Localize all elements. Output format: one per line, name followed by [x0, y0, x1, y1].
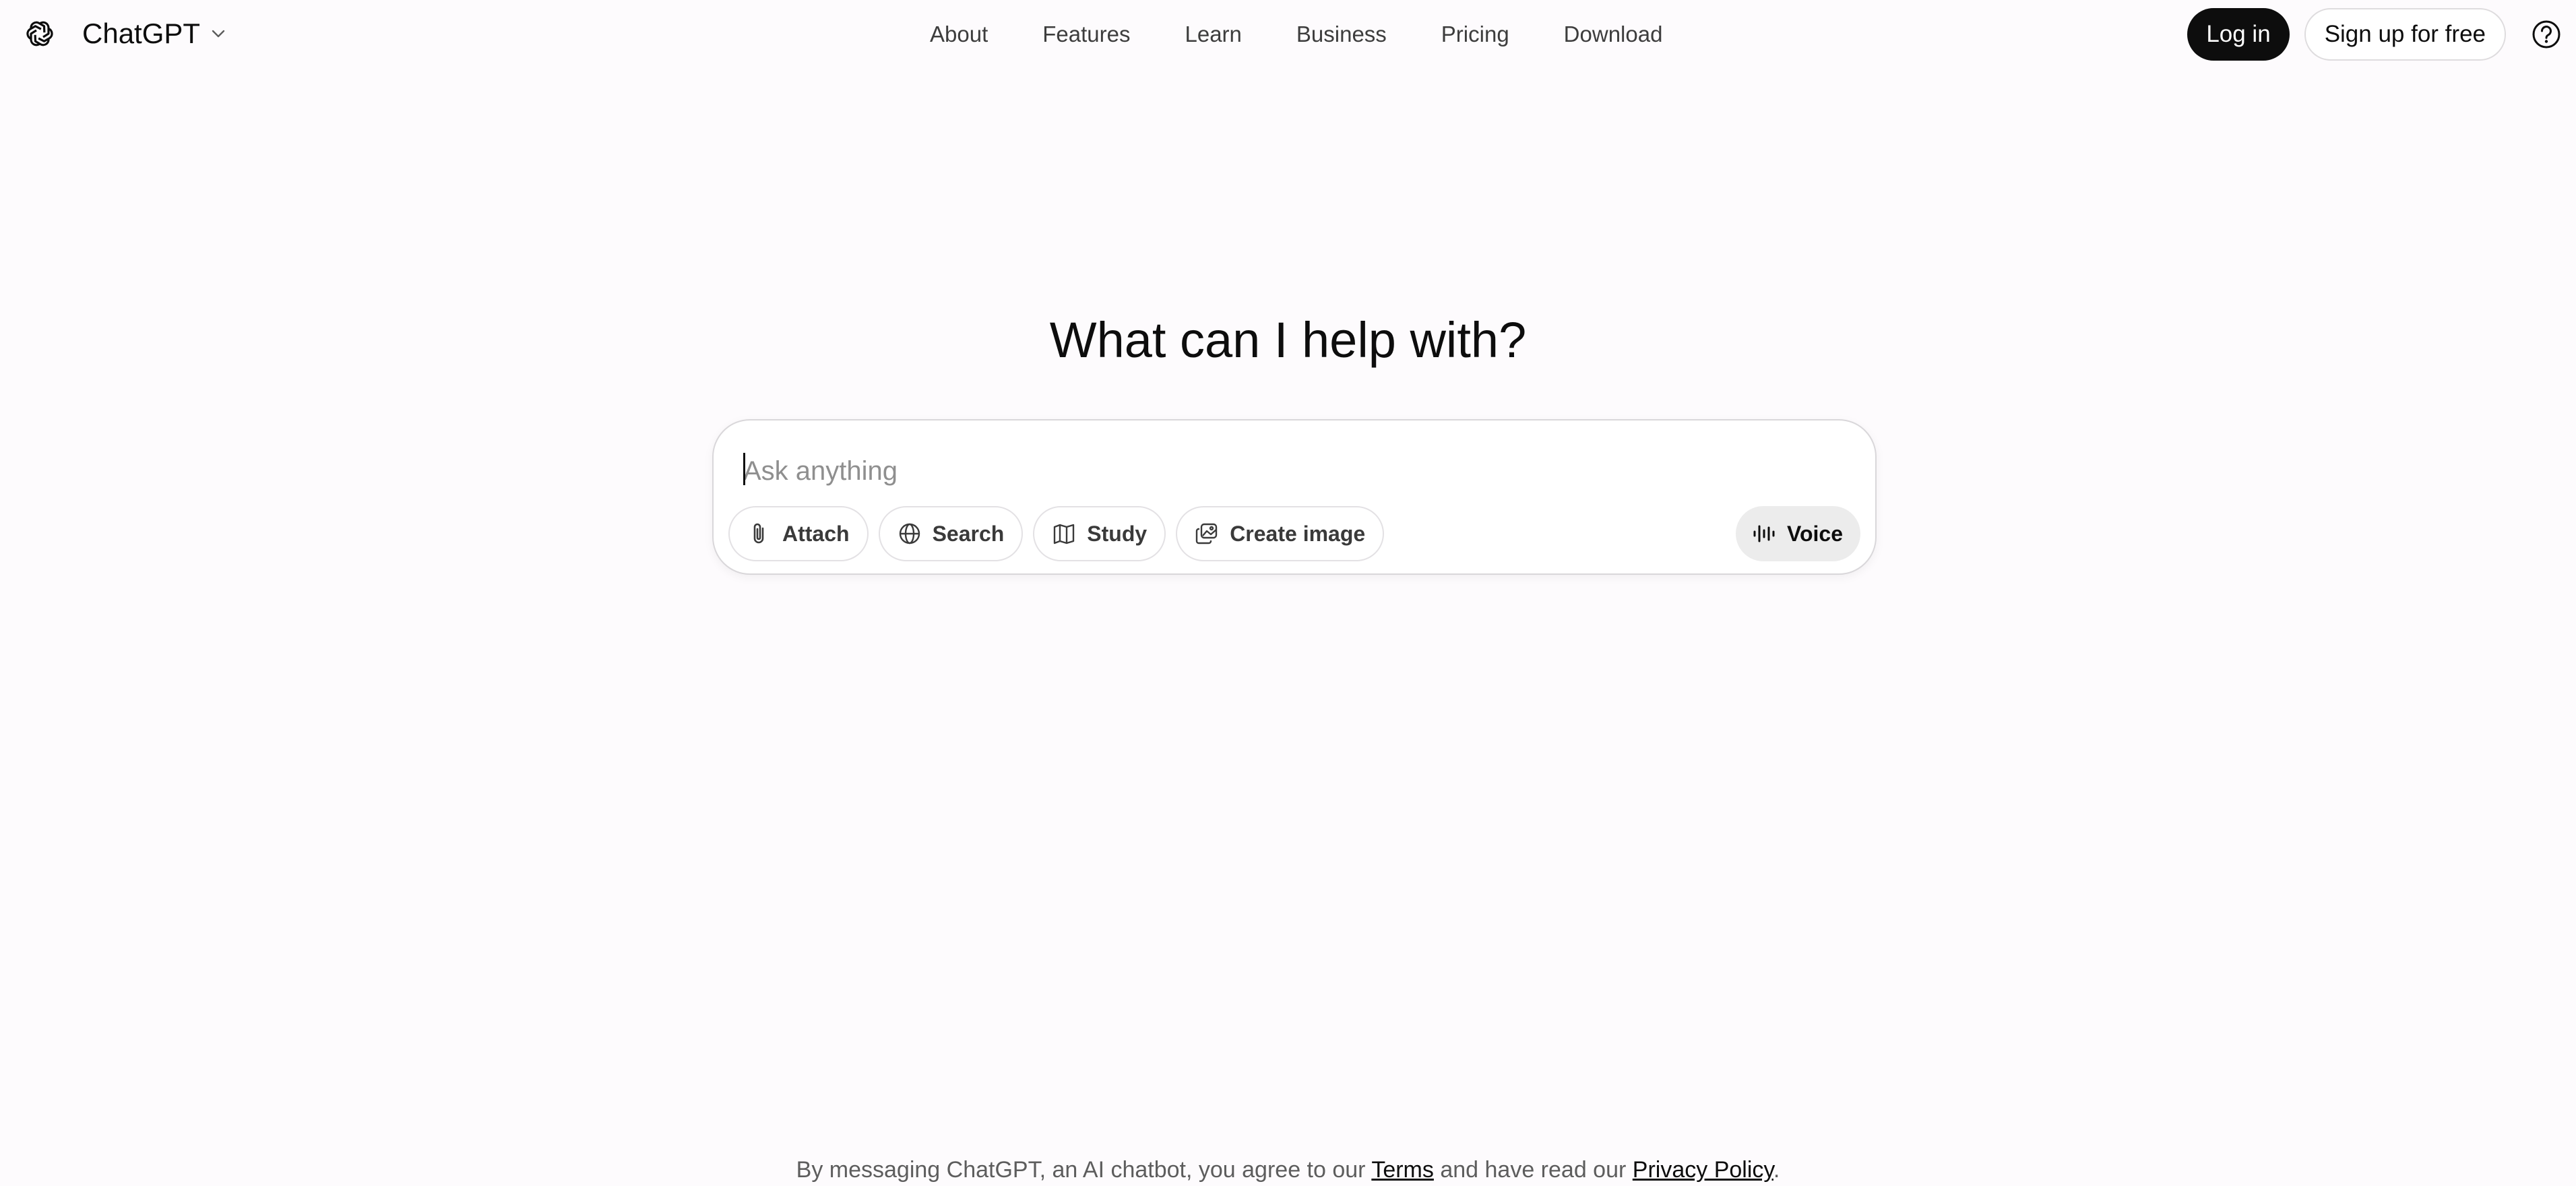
brand-name: ChatGPT [82, 18, 201, 49]
waveform-icon [1753, 525, 1775, 542]
search-label: Search [932, 521, 1005, 546]
globe-icon [899, 523, 920, 544]
book-icon [1054, 524, 1075, 544]
main-nav: About Features Learn Business Pricing Do… [930, 18, 1662, 51]
signup-button[interactable]: Sign up for free [2304, 8, 2506, 61]
legal-text-middle: and have read our [1433, 1157, 1633, 1183]
search-button[interactable]: Search [878, 506, 1024, 561]
page-title: What can I help with? [1049, 312, 1527, 368]
legal-text-end: . [1773, 1157, 1780, 1183]
help-button[interactable] [2530, 18, 2563, 51]
help-icon [2532, 20, 2561, 49]
header-actions: Log in Sign up for free [2187, 7, 2563, 61]
image-icon [1195, 523, 1218, 544]
model-switcher[interactable]: ChatGPT [23, 15, 227, 53]
text-caret [743, 453, 745, 485]
paperclip-icon [753, 523, 764, 544]
legal-notice: By messaging ChatGPT, an AI chatbot, you… [0, 1154, 2576, 1186]
nav-download[interactable]: Download [1564, 22, 1663, 47]
composer-tools: Attach Search Study Create image [728, 506, 1394, 561]
voice-label: Voice [1787, 521, 1843, 546]
prompt-input[interactable] [743, 447, 1821, 495]
login-button[interactable]: Log in [2187, 8, 2290, 61]
voice-button[interactable]: Voice [1736, 506, 1860, 561]
openai-logo-icon [26, 21, 53, 46]
nav-pricing[interactable]: Pricing [1441, 22, 1509, 47]
study-label: Study [1087, 521, 1148, 546]
nav-about[interactable]: About [930, 22, 988, 47]
create-image-label: Create image [1230, 521, 1366, 546]
study-button[interactable]: Study [1033, 506, 1166, 561]
legal-text-start: By messaging ChatGPT, an AI chatbot, you… [796, 1157, 1372, 1183]
chat-composer: Attach Search Study [712, 419, 1877, 575]
nav-business[interactable]: Business [1296, 22, 1387, 47]
nav-learn[interactable]: Learn [1185, 22, 1241, 47]
attach-label: Attach [782, 521, 850, 546]
terms-link[interactable]: Terms [1371, 1157, 1434, 1183]
top-bar: ChatGPT About Features Learn Business Pr… [0, 0, 2576, 67]
nav-features[interactable]: Features [1042, 22, 1130, 47]
chevron-down-icon [212, 30, 225, 38]
privacy-policy-link[interactable]: Privacy Policy [1633, 1157, 1773, 1183]
create-image-button[interactable]: Create image [1176, 506, 1385, 561]
attach-button[interactable]: Attach [728, 506, 869, 561]
